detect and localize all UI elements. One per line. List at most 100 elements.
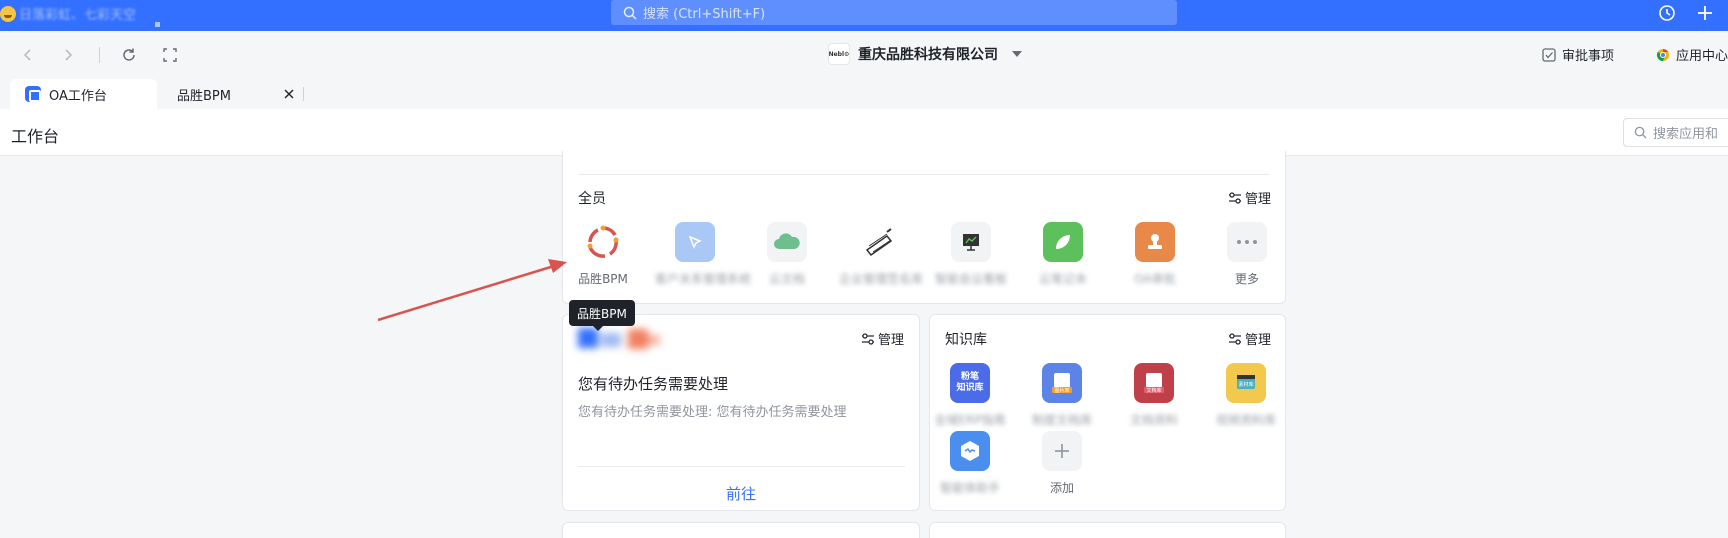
app-stamp[interactable]: OA审批 [1115,222,1195,287]
tab-bar: OA工作台 品胜BPM [0,79,1728,109]
app-label: 智能体助手 [939,481,1000,495]
stamp-icon [1135,222,1175,262]
app-label: 文档资料 [1129,413,1178,427]
icon-text: 素材库 [1238,381,1253,388]
todo-divider [578,466,905,467]
page-title: 工作台 [11,127,60,146]
robot-icon [950,431,990,471]
app-label: 智能会议看板 [934,272,1007,286]
app-center-label: 应用中心 [1676,49,1728,64]
app-more[interactable]: 更多 [1207,222,1287,287]
tab-close-button[interactable] [282,87,296,101]
search-icon [623,6,637,20]
app-label: 云文档 [768,272,805,286]
manage-label: 管理 [1245,192,1272,207]
forward-button[interactable] [58,45,78,65]
user-status[interactable]: 日落彩虹、七彩天空 [0,4,136,23]
knowledge-app[interactable]: 素材库 视频资料库 [1206,363,1286,428]
all-staff-title: 全员 [578,191,606,207]
navigation-bar: Nebl⚙ 重庆品胜科技有限公司 审批事项 应用中心 [0,31,1728,79]
file-library-icon: 文档库 [1134,363,1174,403]
company-switcher[interactable]: Nebl⚙ 重庆品胜科技有限公司 [828,43,1022,65]
card-divider [578,174,1270,175]
tab-label: OA工作台 [49,88,107,104]
settings-sliders-icon [862,332,874,345]
approvals-label: 审批事项 [1562,49,1615,64]
knowledge-base-icon: 粉笔 知识库 [950,363,990,403]
close-icon [284,89,294,99]
tab-divider [303,87,304,101]
company-logo: Nebl⚙ [828,43,850,65]
workbench-icon [25,86,41,102]
app-label: 客户关系管理系统 [655,272,752,286]
app-bpm[interactable]: 品胜BPM [563,222,643,287]
app-search-placeholder: 搜索应用和 [1653,127,1719,142]
leaf-icon [1043,222,1083,262]
knowledge-manage-button[interactable]: 管理 [1228,329,1271,348]
bottom-card [562,522,920,538]
fullscreen-button[interactable] [160,45,180,65]
app-label: 云笔记本 [1038,272,1087,286]
refresh-icon [123,48,135,61]
title-bar: 日落彩虹、七彩天空 搜索 (Ctrl+Shift+F) [0,0,1728,31]
app-label: 视频资料库 [1215,413,1276,427]
app-center-link[interactable]: 应用中心 [1656,45,1728,64]
app-blue[interactable]: 客户关系管理系统 [655,222,752,287]
add-icon [1042,431,1082,471]
back-button[interactable] [18,45,38,65]
chevron-right-icon [65,49,73,61]
todo-card-title-blurred [573,323,663,355]
more-icon [1227,222,1267,262]
page-header: 工作台 搜索应用和 [0,109,1728,156]
manage-label: 管理 [878,333,905,348]
app-sketch[interactable]: 企业管理签名库 [839,222,924,287]
bpm-icon [583,222,623,262]
settings-sliders-icon [1229,332,1241,345]
knowledge-app[interactable]: 文档库 文档资料 [1114,363,1194,428]
app-cloud[interactable]: 云文档 [747,222,827,287]
icon-text: 粉笔 [960,372,979,382]
knowledge-title: 知识库 [945,332,987,348]
nav-divider [99,47,100,63]
knowledge-app[interactable]: 智能体助手 [930,431,1010,496]
tab-oa-workbench[interactable]: OA工作台 [10,79,157,109]
blue-app-icon [675,222,715,262]
refresh-button[interactable] [119,45,139,65]
bottom-card [929,522,1286,538]
icon-text: 文档库 [1146,387,1161,394]
company-name: 重庆品胜科技有限公司 [858,47,998,63]
sketch-icon [859,222,899,262]
global-search-placeholder: 搜索 (Ctrl+Shift+F) [643,7,766,22]
user-status-text: 日落彩虹、七彩天空 [19,8,137,23]
tab-label: 品胜BPM [177,88,231,104]
chevron-left-icon [23,49,31,61]
tab-bpm[interactable]: 品胜BPM [177,79,297,109]
app-search-input[interactable]: 搜索应用和 [1623,118,1728,147]
history-icon[interactable] [1658,4,1676,22]
todo-manage-button[interactable]: 管理 [861,329,904,348]
emoji-avatar-icon [0,5,16,22]
app-label: 企业管理签名库 [839,272,924,286]
app-label: 添加 [1049,481,1074,495]
todo-card: 管理 您有待办任务需要处理 您有待办任务需要处理: 您有待办任务需要处理 前往 [562,314,920,511]
search-icon [1634,126,1647,139]
approvals-link[interactable]: 审批事项 [1542,45,1614,64]
app-leaf[interactable]: 云笔记本 [1023,222,1103,287]
doc-library-icon: 图片库 [1042,363,1082,403]
video-library-icon: 素材库 [1226,363,1266,403]
cloud-icon [767,222,807,262]
app-label: 更多 [1234,272,1259,286]
all-staff-manage-button[interactable]: 管理 [1228,188,1271,207]
presentation-icon [951,222,991,262]
global-search-input[interactable]: 搜索 (Ctrl+Shift+F) [611,0,1177,25]
app-presentation[interactable]: 智能会议看板 [931,222,1011,287]
plus-icon[interactable] [1696,4,1714,22]
knowledge-app[interactable]: 粉笔 知识库 全域ERP指南 [930,363,1010,428]
icon-text: 知识库 [956,383,984,393]
app-label: 品胜BPM [578,272,628,286]
knowledge-add[interactable]: 添加 [1022,431,1102,496]
status-dot [155,22,160,27]
todo-title: 您有待办任务需要处理 [578,375,729,393]
todo-go-button[interactable]: 前往 [563,483,919,504]
knowledge-app[interactable]: 图片库 制度文档库 [1022,363,1102,428]
